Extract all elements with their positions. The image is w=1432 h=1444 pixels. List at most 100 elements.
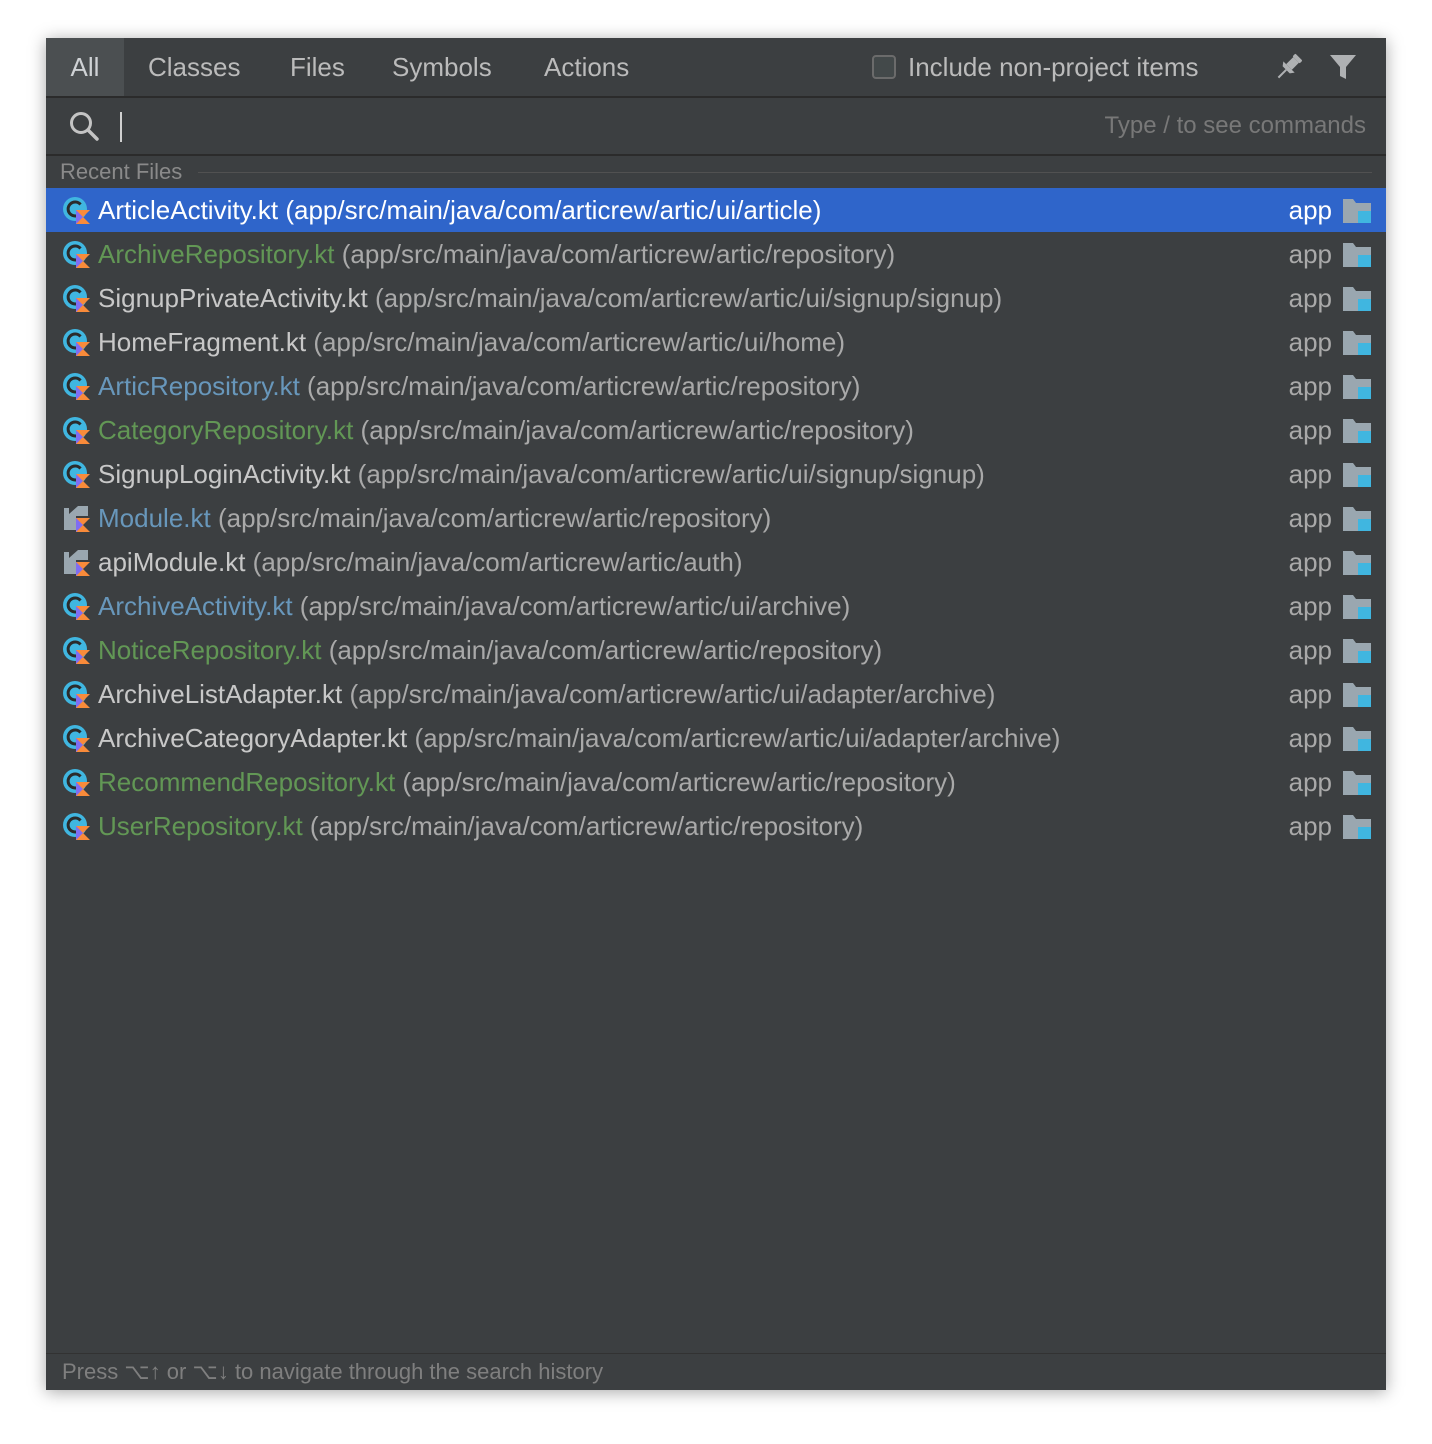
kotlin-file-icon bbox=[64, 550, 90, 576]
tab-symbols[interactable]: Symbols bbox=[392, 38, 492, 96]
file-entry: UserRepository.kt (app/src/main/java/com… bbox=[98, 804, 863, 848]
file-name: CategoryRepository.kt bbox=[98, 415, 354, 445]
module-folder-icon bbox=[1343, 551, 1371, 575]
list-item[interactable]: SignupLoginActivity.kt (app/src/main/jav… bbox=[46, 452, 1386, 496]
file-path: (app/src/main/java/com/articrew/artic/ui… bbox=[299, 591, 851, 621]
list-item[interactable]: HomeFragment.kt (app/src/main/java/com/a… bbox=[46, 320, 1386, 364]
list-item[interactable]: UserRepository.kt (app/src/main/java/com… bbox=[46, 804, 1386, 848]
file-path: (app/src/main/java/com/articrew/artic/re… bbox=[402, 767, 956, 797]
list-item[interactable]: ArchiveActivity.kt (app/src/main/java/co… bbox=[46, 584, 1386, 628]
kotlin-class-icon bbox=[63, 593, 90, 620]
tab-all[interactable]: All bbox=[46, 38, 124, 96]
list-item[interactable]: ArchiveRepository.kt (app/src/main/java/… bbox=[46, 232, 1386, 276]
file-path: (app/src/main/java/com/articrew/artic/re… bbox=[360, 415, 914, 445]
file-path: (app/src/main/java/com/articrew/artic/au… bbox=[252, 547, 743, 577]
section-title: Recent Files bbox=[60, 159, 183, 184]
file-name: apiModule.kt bbox=[98, 547, 246, 577]
file-path: (app/src/main/java/com/articrew/artic/re… bbox=[217, 503, 772, 533]
file-name: Module.kt bbox=[98, 503, 211, 533]
module-folder-icon bbox=[1343, 331, 1371, 355]
list-item[interactable]: CategoryRepository.kt (app/src/main/java… bbox=[46, 408, 1386, 452]
list-item[interactable]: apiModule.kt (app/src/main/java/com/arti… bbox=[46, 540, 1386, 584]
file-path: (app/src/main/java/com/articrew/artic/ui… bbox=[313, 327, 846, 357]
list-item[interactable]: ArchiveListAdapter.kt (app/src/main/java… bbox=[46, 672, 1386, 716]
module-label: app bbox=[1288, 547, 1332, 577]
file-name: ArchiveListAdapter.kt bbox=[98, 679, 343, 709]
search-input[interactable] bbox=[116, 106, 1020, 148]
search-everywhere-popup: All Classes Files Symbols Actions Includ… bbox=[46, 38, 1386, 1390]
include-non-project-checkbox[interactable] bbox=[872, 55, 896, 79]
include-non-project-toggle[interactable]: Include non-project items bbox=[872, 38, 1198, 96]
module-label: app bbox=[1288, 679, 1332, 709]
pin-icon[interactable] bbox=[1272, 50, 1306, 84]
list-item[interactable]: ArticleActivity.kt (app/src/main/java/co… bbox=[46, 188, 1386, 232]
file-path: (app/src/main/java/com/articrew/artic/ui… bbox=[349, 679, 996, 709]
module-label: app bbox=[1288, 723, 1332, 753]
kotlin-class-icon bbox=[63, 241, 90, 268]
kotlin-class-icon bbox=[63, 725, 90, 752]
file-path: (app/src/main/java/com/articrew/artic/ui… bbox=[285, 195, 822, 225]
recent-files-list: ArticleActivity.kt (app/src/main/java/co… bbox=[46, 188, 1386, 848]
module-folder-icon bbox=[1343, 595, 1371, 619]
text-caret bbox=[120, 112, 122, 142]
file-entry: RecommendRepository.kt (app/src/main/jav… bbox=[98, 760, 956, 804]
search-icon bbox=[70, 112, 99, 141]
module-folder-icon bbox=[1343, 507, 1371, 531]
module-label: app bbox=[1288, 459, 1332, 489]
kotlin-file-icon bbox=[64, 506, 90, 532]
search-row: Type / to see commands bbox=[46, 98, 1386, 156]
module-folder-icon bbox=[1343, 287, 1371, 311]
file-name: ArchiveRepository.kt bbox=[98, 239, 335, 269]
footer: Press ⌥↑ or ⌥↓ to navigate through the s… bbox=[46, 1353, 1386, 1390]
tab-classes[interactable]: Classes bbox=[148, 38, 240, 96]
module-label: app bbox=[1288, 635, 1332, 665]
file-entry: ArchiveCategoryAdapter.kt (app/src/main/… bbox=[98, 716, 1060, 760]
file-name: NoticeRepository.kt bbox=[98, 635, 322, 665]
kotlin-class-icon bbox=[63, 461, 90, 488]
file-name: ArticleActivity.kt bbox=[98, 195, 279, 225]
section-divider bbox=[198, 172, 1372, 173]
list-item[interactable]: ArticRepository.kt (app/src/main/java/co… bbox=[46, 364, 1386, 408]
file-entry: HomeFragment.kt (app/src/main/java/com/a… bbox=[98, 320, 845, 364]
list-item[interactable]: NoticeRepository.kt (app/src/main/java/c… bbox=[46, 628, 1386, 672]
list-item[interactable]: SignupPrivateActivity.kt (app/src/main/j… bbox=[46, 276, 1386, 320]
list-item[interactable]: Module.kt (app/src/main/java/com/articre… bbox=[46, 496, 1386, 540]
module-folder-icon bbox=[1343, 771, 1371, 795]
kotlin-class-icon bbox=[63, 637, 90, 664]
module-label: app bbox=[1288, 371, 1332, 401]
module-folder-icon bbox=[1343, 815, 1371, 839]
module-folder-icon bbox=[1343, 199, 1371, 223]
file-path: (app/src/main/java/com/articrew/artic/ui… bbox=[357, 459, 985, 489]
module-label: app bbox=[1288, 503, 1332, 533]
module-folder-icon bbox=[1343, 243, 1371, 267]
file-entry: SignupLoginActivity.kt (app/src/main/jav… bbox=[98, 452, 985, 496]
module-label: app bbox=[1288, 195, 1332, 225]
file-name: ArchiveCategoryAdapter.kt bbox=[98, 723, 408, 753]
file-entry: ArticleActivity.kt (app/src/main/java/co… bbox=[98, 188, 821, 232]
tab-actions[interactable]: Actions bbox=[544, 38, 629, 96]
list-item[interactable]: ArchiveCategoryAdapter.kt (app/src/main/… bbox=[46, 716, 1386, 760]
file-entry: ArchiveRepository.kt (app/src/main/java/… bbox=[98, 232, 895, 276]
kotlin-class-icon bbox=[63, 769, 90, 796]
module-label: app bbox=[1288, 283, 1332, 313]
file-entry: ArchiveActivity.kt (app/src/main/java/co… bbox=[98, 584, 850, 628]
tab-bar: All Classes Files Symbols Actions Includ… bbox=[46, 38, 1386, 98]
filter-icon[interactable] bbox=[1326, 50, 1360, 84]
module-label: app bbox=[1288, 239, 1332, 269]
file-path: (app/src/main/java/com/articrew/artic/re… bbox=[341, 239, 896, 269]
file-name: SignupLoginActivity.kt bbox=[98, 459, 351, 489]
list-item[interactable]: RecommendRepository.kt (app/src/main/jav… bbox=[46, 760, 1386, 804]
module-label: app bbox=[1288, 415, 1332, 445]
kotlin-class-icon bbox=[63, 373, 90, 400]
file-path: (app/src/main/java/com/articrew/artic/re… bbox=[328, 635, 883, 665]
file-path: (app/src/main/java/com/articrew/artic/ui… bbox=[414, 723, 1061, 753]
kotlin-class-icon bbox=[63, 329, 90, 356]
file-entry: Module.kt (app/src/main/java/com/articre… bbox=[98, 496, 771, 540]
file-name: ArticRepository.kt bbox=[98, 371, 300, 401]
file-entry: CategoryRepository.kt (app/src/main/java… bbox=[98, 408, 914, 452]
kotlin-class-icon bbox=[63, 681, 90, 708]
tab-files[interactable]: Files bbox=[290, 38, 345, 96]
file-path: (app/src/main/java/com/articrew/artic/re… bbox=[309, 811, 864, 841]
file-entry: SignupPrivateActivity.kt (app/src/main/j… bbox=[98, 276, 1002, 320]
module-label: app bbox=[1288, 327, 1332, 357]
